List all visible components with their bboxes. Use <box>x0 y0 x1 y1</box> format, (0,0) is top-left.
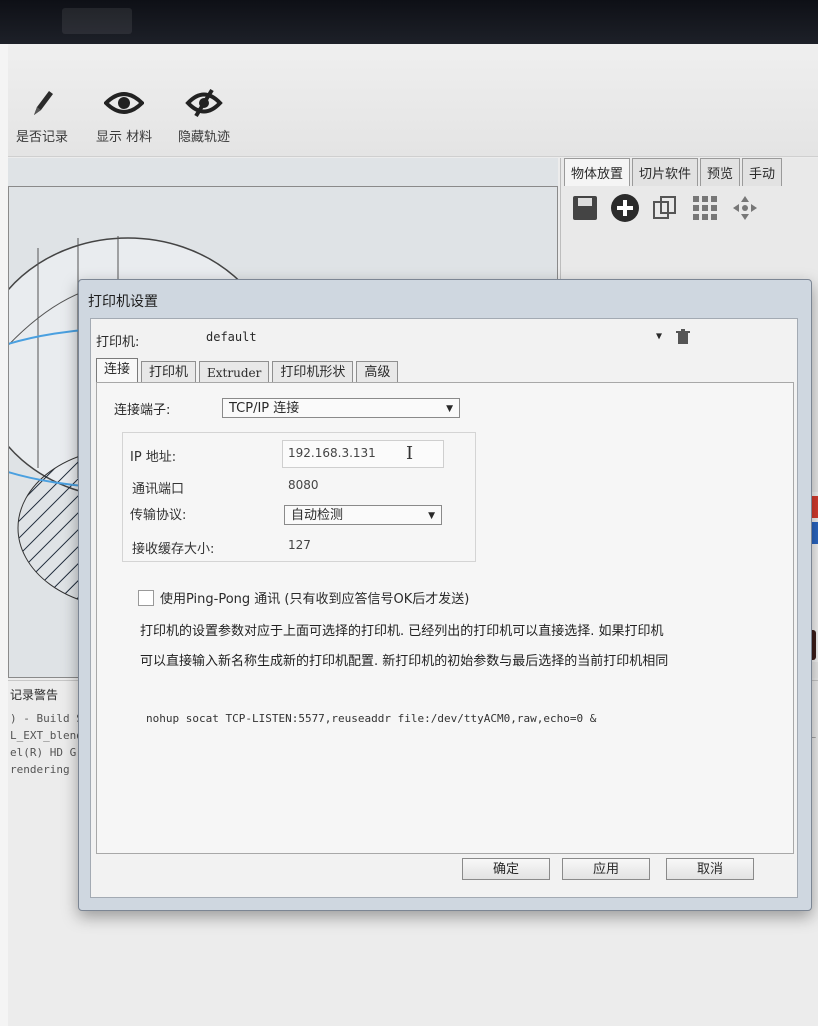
record-toggle-button[interactable]: 是否记录 <box>16 86 68 145</box>
tab-printer[interactable]: 打印机 <box>141 361 197 384</box>
log-line: ) - Build S <box>10 712 83 725</box>
cancel-button[interactable]: 取消 <box>666 858 754 880</box>
show-material-label: 显示 材料 <box>96 130 153 145</box>
port-label: 通讯端口 <box>132 482 185 497</box>
tab-advanced[interactable]: 高级 <box>356 361 399 384</box>
tab-preview[interactable]: 预览 <box>700 158 741 186</box>
hide-path-button[interactable]: 隐藏轨迹 <box>178 86 230 145</box>
port-input[interactable]: 8080 <box>288 478 319 492</box>
add-object-icon[interactable] <box>610 193 640 223</box>
tab-extruder[interactable]: Extruder <box>199 361 270 384</box>
right-panel-tabs: 物体放置 切片软件 预览 手动 <box>564 158 784 186</box>
monitor-bezel <box>0 0 818 44</box>
log-line: rendering <box>10 763 70 776</box>
copy-icon[interactable] <box>650 193 680 223</box>
log-line: el(R) HD Gr <box>10 746 83 759</box>
tab-printer-shape[interactable]: 打印机形状 <box>272 361 354 384</box>
center-icon[interactable] <box>730 193 760 223</box>
tab-manual[interactable]: 手动 <box>742 158 783 186</box>
printer-select[interactable]: default ▼ <box>200 326 666 348</box>
save-icon[interactable] <box>570 193 600 223</box>
protocol-select-value: 自动检测 <box>291 508 344 523</box>
pingpong-checkbox[interactable] <box>138 590 154 606</box>
trash-icon[interactable] <box>676 329 690 349</box>
buffer-size-label: 接收缓存大小: <box>132 542 215 557</box>
hide-path-label: 隐藏轨迹 <box>178 130 231 145</box>
ip-value: 192.168.3.131 <box>288 446 376 460</box>
pingpong-label: 使用Ping-Pong 通讯 (只有收到应答信号OK后才发送) <box>160 592 470 607</box>
protocol-select[interactable]: 自动检测 ▼ <box>284 505 442 525</box>
connector-label: 连接端子: <box>114 403 171 418</box>
printer-label: 打印机: <box>96 335 140 350</box>
help-text-line-2: 可以直接输入新名称生成新的打印机配置. 新打印机的初始参数与最后选择的当前打印机… <box>140 654 669 669</box>
text-cursor-icon: I <box>406 443 414 464</box>
command-text: nohup socat TCP-LISTEN:5577,reuseaddr fi… <box>146 712 597 725</box>
printer-select-value: default <box>206 330 257 344</box>
record-toggle-label: 是否记录 <box>16 130 69 145</box>
help-text-line-1: 打印机的设置参数对应于上面可选择的打印机. 已经列出的打印机可以直接选择. 如果… <box>140 624 664 639</box>
eye-slash-icon <box>184 86 224 120</box>
eye-icon <box>104 86 145 120</box>
connector-select[interactable]: TCP/IP 连接 ▼ <box>222 398 460 418</box>
dropdown-arrow-icon: ▼ <box>446 404 453 414</box>
dialog-title: 打印机设置 <box>88 294 158 310</box>
dropdown-arrow-icon: ▼ <box>655 331 662 342</box>
connector-select-value: TCP/IP 连接 <box>229 401 300 416</box>
protocol-label: 传输协议: <box>130 508 187 523</box>
pencil-icon <box>28 86 56 120</box>
buffer-size-input[interactable]: 127 <box>288 538 311 552</box>
tab-slicer[interactable]: 切片软件 <box>632 158 699 186</box>
tab-connection[interactable]: 连接 <box>96 358 139 385</box>
grid-icon[interactable] <box>690 193 720 223</box>
apply-button[interactable]: 应用 <box>562 858 650 880</box>
log-title[interactable]: 记录警告 <box>10 686 58 703</box>
dropdown-arrow-icon: ▼ <box>428 511 435 521</box>
ok-button[interactable]: 确定 <box>462 858 550 880</box>
right-panel-toolbar <box>570 193 760 223</box>
log-line: L_EXT_blend <box>10 729 83 742</box>
ip-label: IP 地址: <box>130 450 177 465</box>
show-material-button[interactable]: 显示 材料 <box>96 86 152 145</box>
tab-object-placement[interactable]: 物体放置 <box>564 158 631 186</box>
